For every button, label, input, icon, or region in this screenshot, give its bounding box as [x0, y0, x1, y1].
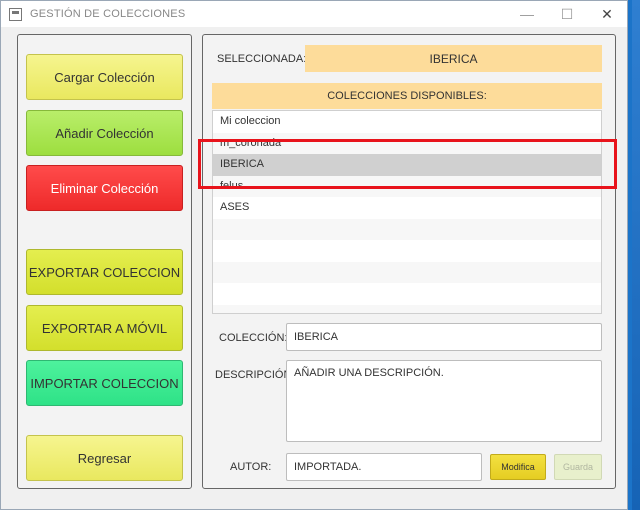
- window-controls: — ☐ ✕: [507, 1, 627, 27]
- actions-panel: Cargar Colección Añadir Colección Elimin…: [17, 34, 192, 489]
- selected-label: SELECCIONADA:: [217, 53, 307, 65]
- list-item[interactable]: Mi coleccion: [213, 111, 601, 133]
- minimize-button[interactable]: —: [507, 1, 547, 27]
- add-collection-button[interactable]: Añadir Colección: [26, 110, 183, 156]
- list-item[interactable]: felus: [213, 175, 601, 197]
- delete-collection-button[interactable]: Eliminar Colección: [26, 165, 183, 211]
- collections-list[interactable]: Mi coleccion m_coronada IBERICA felus AS…: [212, 110, 602, 314]
- import-collection-button[interactable]: IMPORTAR COLECCION: [26, 360, 183, 406]
- back-button[interactable]: Regresar: [26, 435, 183, 481]
- export-collection-button[interactable]: EXPORTAR COLECCION: [26, 249, 183, 295]
- list-item[interactable]: ASES: [213, 197, 601, 219]
- modify-button[interactable]: Modifica: [490, 454, 546, 480]
- close-button[interactable]: ✕: [587, 1, 627, 27]
- descripcion-field[interactable]: AÑADIR UNA DESCRIPCIÓN.: [286, 360, 602, 442]
- maximize-button[interactable]: ☐: [547, 1, 587, 27]
- autor-field[interactable]: IMPORTADA.: [286, 453, 482, 481]
- coleccion-label: COLECCIÓN:: [219, 332, 288, 344]
- list-item-selected[interactable]: IBERICA: [213, 154, 601, 176]
- empty-list-row: [213, 304, 601, 313]
- empty-list-row: [213, 240, 601, 262]
- app-window: GESTIÓN DE COLECCIONES — ☐ ✕ Cargar Cole…: [0, 0, 628, 510]
- list-item[interactable]: m_coronada: [213, 132, 601, 154]
- empty-list-row: [213, 218, 601, 240]
- save-button[interactable]: Guarda: [554, 454, 602, 480]
- descripcion-label: DESCRIPCIÓN:: [215, 369, 295, 381]
- selected-collection-display: IBERICA: [305, 45, 602, 72]
- load-collection-button[interactable]: Cargar Colección: [26, 54, 183, 100]
- collection-details-panel: SELECCIONADA: IBERICA COLECCIONES DISPON…: [202, 34, 616, 489]
- available-collections-header: COLECCIONES DISPONIBLES:: [212, 83, 602, 109]
- app-icon: [9, 7, 22, 21]
- autor-label: AUTOR:: [230, 461, 272, 473]
- window-title: GESTIÓN DE COLECCIONES: [30, 8, 186, 20]
- export-to-mobile-button[interactable]: EXPORTAR A MÓVIL: [26, 305, 183, 351]
- empty-list-row: [213, 261, 601, 283]
- title-bar: GESTIÓN DE COLECCIONES — ☐ ✕: [1, 1, 627, 27]
- desktop-background-right: [632, 0, 640, 510]
- coleccion-field[interactable]: IBERICA: [286, 323, 602, 351]
- empty-list-row: [213, 283, 601, 305]
